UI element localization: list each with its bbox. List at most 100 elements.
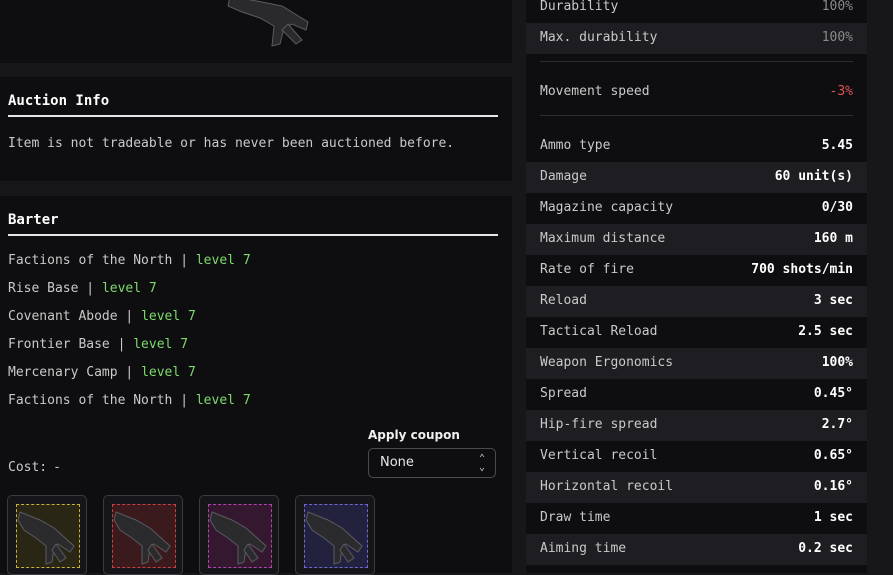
chevron-up-down-icon: ⌃ ⌄ bbox=[478, 453, 485, 473]
stat-row-max-durability: Max. durability 100% bbox=[526, 23, 867, 54]
stat-label: Ammo type bbox=[540, 138, 611, 153]
stat-value: 160 m bbox=[813, 231, 853, 246]
stat-row: Weapon Ergonomics 100% bbox=[526, 348, 867, 379]
separator: | bbox=[125, 365, 134, 380]
stat-value: 0.65° bbox=[813, 448, 853, 463]
apply-coupon-label: Apply coupon bbox=[368, 428, 460, 442]
stat-label: Damage bbox=[540, 169, 587, 184]
stat-value: 2.5 sec bbox=[798, 324, 853, 339]
stat-row: Damage 60 unit(s) bbox=[526, 162, 867, 193]
stat-label: Max. durability bbox=[540, 30, 658, 45]
barter-row: Factions of the North | level 7 bbox=[8, 251, 251, 279]
stat-value: 0.2 sec bbox=[798, 541, 853, 556]
divider bbox=[540, 61, 853, 62]
stat-label: Movement speed bbox=[540, 84, 650, 99]
stat-label: Horizontal recoil bbox=[540, 479, 674, 494]
barter-item-slot[interactable] bbox=[199, 495, 279, 575]
stat-label: Magazine capacity bbox=[540, 200, 674, 215]
stat-value: 3 sec bbox=[813, 293, 853, 308]
trader-name[interactable]: Factions of the North bbox=[8, 253, 172, 268]
divider bbox=[540, 115, 853, 116]
separator: | bbox=[180, 253, 189, 268]
barter-panel: Barter Factions of the North | level 7 R… bbox=[0, 196, 512, 575]
stat-label: Rate of fire bbox=[540, 262, 634, 277]
rifle-icon bbox=[17, 511, 75, 565]
barter-item-slot[interactable] bbox=[295, 495, 375, 575]
item-details-column: Auction Info Item is not tradeable or ha… bbox=[0, 0, 512, 575]
stat-label: Tactical Reload bbox=[540, 324, 658, 339]
stat-row: Reload 3 sec bbox=[526, 286, 867, 317]
stat-value: 5.45 bbox=[821, 138, 853, 153]
stat-value: 100% bbox=[821, 30, 853, 45]
coupon-select[interactable]: None ⌃ ⌄ bbox=[368, 448, 496, 478]
separator: | bbox=[117, 337, 126, 352]
cost-label: Cost: bbox=[8, 460, 48, 475]
separator: | bbox=[86, 281, 95, 296]
trader-level: level 7 bbox=[141, 365, 196, 380]
stat-row: Vertical recoil 0.65° bbox=[526, 441, 867, 472]
barter-row: Rise Base | level 7 bbox=[8, 279, 251, 307]
stat-label: Maximum distance bbox=[540, 231, 666, 246]
stat-row: Maximum distance 160 m bbox=[526, 224, 867, 255]
trader-name[interactable]: Factions of the North bbox=[8, 393, 172, 408]
trader-name[interactable]: Rise Base bbox=[8, 281, 78, 296]
item-image-panel bbox=[0, 0, 512, 63]
barter-title: Barter bbox=[8, 212, 498, 236]
stat-value: 0.16° bbox=[813, 479, 853, 494]
stat-label: Draw time bbox=[540, 510, 611, 525]
stat-value: -3% bbox=[829, 84, 853, 99]
rifle-icon bbox=[209, 511, 267, 565]
stat-label: Weapon Ergonomics bbox=[540, 355, 674, 370]
stat-label: Aiming time bbox=[540, 541, 627, 556]
stat-value: 0.45° bbox=[813, 386, 853, 401]
trader-name[interactable]: Covenant Abode bbox=[8, 309, 118, 324]
stat-row: Aiming time 0.2 sec bbox=[526, 534, 867, 565]
stat-row: Hip-fire spread 2.7° bbox=[526, 410, 867, 441]
stat-row: Rate of fire 700 shots/min bbox=[526, 255, 867, 286]
trader-name[interactable]: Mercenary Camp bbox=[8, 365, 118, 380]
stat-row-durability: Durability 100% bbox=[526, 0, 867, 23]
stat-label: Reload bbox=[540, 293, 587, 308]
cost: Cost: - bbox=[8, 460, 61, 475]
stat-value: 0/30 bbox=[821, 200, 853, 215]
barter-item-slot[interactable] bbox=[7, 495, 87, 575]
stat-value: 100% bbox=[821, 355, 853, 370]
trader-level: level 7 bbox=[195, 393, 251, 408]
rifle-icon bbox=[227, 0, 309, 47]
barter-row: Covenant Abode | level 7 bbox=[8, 307, 251, 335]
stat-row: Horizontal recoil 0.16° bbox=[526, 472, 867, 503]
barter-row: Mercenary Camp | level 7 bbox=[8, 363, 251, 391]
stat-label: Spread bbox=[540, 386, 587, 401]
stat-row: Tactical Reload 2.5 sec bbox=[526, 317, 867, 348]
trader-level: level 7 bbox=[133, 337, 189, 352]
stats-column: Durability 100% Max. durability 100% Mov… bbox=[512, 0, 893, 573]
barter-row: Frontier Base | level 7 bbox=[8, 335, 251, 363]
stat-row: Ammo type 5.45 bbox=[526, 131, 867, 162]
auction-info-text: Item is not tradeable or has never been … bbox=[8, 136, 455, 151]
stat-label: Hip-fire spread bbox=[540, 417, 658, 432]
barter-row: Factions of the North | level 7 bbox=[8, 391, 251, 419]
stat-row: Draw time 1 sec bbox=[526, 503, 867, 534]
stat-value: 2.7° bbox=[821, 417, 853, 432]
trader-level: level 7 bbox=[141, 309, 196, 324]
trader-level: level 7 bbox=[101, 281, 157, 296]
rifle-icon bbox=[305, 511, 363, 565]
separator: | bbox=[180, 393, 189, 408]
cost-value: - bbox=[53, 460, 61, 475]
trader-level: level 7 bbox=[195, 253, 251, 268]
stat-row: Spread 0.45° bbox=[526, 379, 867, 410]
stat-value: 60 unit(s) bbox=[774, 169, 853, 184]
stat-label: Vertical recoil bbox=[540, 448, 658, 463]
stat-row-movement-speed: Movement speed -3% bbox=[526, 77, 867, 108]
barter-item-slot[interactable] bbox=[103, 495, 183, 575]
rifle-icon bbox=[113, 511, 171, 565]
separator: | bbox=[125, 309, 134, 324]
barter-list: Factions of the North | level 7 Rise Bas… bbox=[8, 251, 251, 419]
stat-value: 700 shots/min bbox=[751, 262, 853, 277]
trader-name[interactable]: Frontier Base bbox=[8, 337, 110, 352]
coupon-selected-value: None bbox=[380, 455, 414, 470]
stat-value: 1 sec bbox=[813, 510, 853, 525]
auction-info-panel: Auction Info Item is not tradeable or ha… bbox=[0, 77, 512, 181]
stats-panel: Durability 100% Max. durability 100% Mov… bbox=[526, 0, 867, 573]
stat-label: Durability bbox=[540, 0, 619, 14]
